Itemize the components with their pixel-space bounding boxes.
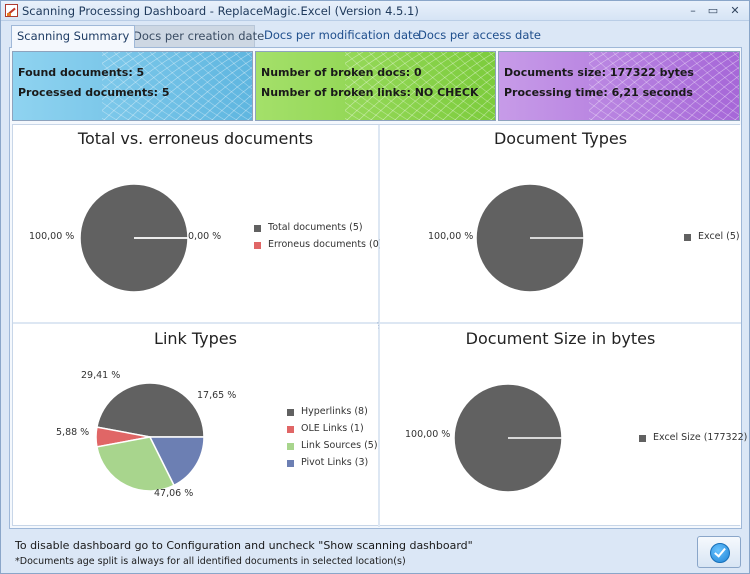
broken-docs-text: Number of broken docs: 0: [261, 66, 422, 79]
legend-swatch: [287, 460, 294, 467]
chart-legend: Excel Size (177322): [639, 431, 747, 448]
pie-percent-label: 0,00 %: [188, 231, 222, 242]
legend-item: Total documents (5): [254, 221, 382, 238]
legend-swatch: [254, 242, 261, 249]
legend-label: Excel (5): [698, 231, 740, 242]
pie-percent-label: 100,00 %: [428, 231, 474, 242]
pie-percent-label: 100,00 %: [405, 429, 451, 440]
legend-item: Excel Size (177322): [639, 431, 747, 448]
broken-links-text: Number of broken links: NO CHECK: [261, 86, 479, 99]
legend-swatch: [254, 225, 261, 232]
summary-panel: Found documents: 5 Processed documents: …: [9, 47, 747, 529]
tab-strip: Scanning Summary Docs per creation date …: [9, 25, 741, 48]
broken-stats-box: Number of broken docs: 0 Number of broke…: [255, 51, 496, 121]
pie-percent-label: 17,65 %: [197, 390, 237, 401]
minimize-button[interactable]: –: [685, 3, 701, 18]
documents-size-text: Documents size: 177322 bytes: [504, 66, 694, 79]
chart-panel-link-types: Link Types Hyperlinks (8) OLE Links (1) …: [13, 324, 378, 525]
tab-scanning-summary[interactable]: Scanning Summary: [11, 25, 136, 48]
legend-item: OLE Links (1): [287, 422, 378, 439]
age-split-note: *Documents age split is always for all i…: [15, 556, 406, 567]
documents-stats-box: Found documents: 5 Processed documents: …: [12, 51, 253, 121]
legend-item: Excel (5): [684, 230, 740, 247]
tab-docs-per-access-date[interactable]: Docs per access date: [413, 25, 546, 47]
chart-panel-document-types: Document Types Excel (5) 100,00 %: [380, 125, 741, 322]
checkmark-icon: [710, 543, 730, 563]
legend-item: Pivot Links (3): [287, 456, 378, 473]
legend-label: OLE Links (1): [301, 423, 364, 434]
pie-percent-label: 100,00 %: [29, 231, 75, 242]
ok-button[interactable]: [697, 536, 741, 568]
size-stats-box: Documents size: 177322 bytes Processing …: [498, 51, 740, 121]
pie-percent-label: 5,88 %: [56, 427, 90, 438]
processing-time-text: Processing time: 6,21 seconds: [504, 86, 693, 99]
pie-slice: [96, 382, 205, 438]
legend-swatch: [287, 426, 294, 433]
legend-label: Pivot Links (3): [301, 457, 369, 468]
close-button[interactable]: ✕: [727, 3, 743, 18]
legend-item: Hyperlinks (8): [287, 405, 378, 422]
pie-percent-label: 29,41 %: [81, 370, 121, 381]
tab-docs-per-creation-date[interactable]: Docs per creation date: [127, 25, 264, 47]
app-icon: [5, 4, 18, 17]
chart-panel-document-size: Document Size in bytes Excel Size (17732…: [380, 324, 747, 525]
legend-swatch: [684, 234, 691, 241]
found-documents-text: Found documents: 5: [18, 66, 145, 79]
legend-item: Erroneus documents (0): [254, 238, 382, 255]
chart-legend: Excel (5): [684, 230, 740, 247]
legend-label: Link Sources (5): [301, 440, 378, 451]
pie-percent-label: 47,06 %: [154, 488, 194, 499]
tab-docs-per-modification-date[interactable]: Docs per modification date: [259, 25, 425, 47]
legend-label: Hyperlinks (8): [301, 406, 368, 417]
title-bar: Scanning Processing Dashboard - ReplaceM…: [1, 1, 749, 21]
legend-label: Erroneus documents (0): [268, 239, 383, 250]
legend-swatch: [287, 409, 294, 416]
legend-swatch: [287, 443, 294, 450]
processed-documents-text: Processed documents: 5: [18, 86, 170, 99]
dashboard-window: Scanning Processing Dashboard - ReplaceM…: [0, 0, 750, 574]
legend-item: Link Sources (5): [287, 439, 378, 456]
footer-bar: To disable dashboard go to Configuration…: [9, 534, 742, 570]
chart-legend: Total documents (5) Erroneus documents (…: [254, 221, 382, 255]
charts-area: ⋮ Total vs. erroneus documents Total doc…: [12, 124, 747, 527]
chart-legend: Hyperlinks (8) OLE Links (1) Link Source…: [287, 405, 378, 473]
chart-panel-total-vs-erroneous: Total vs. erroneus documents Total docum…: [13, 125, 382, 322]
disable-dashboard-hint: To disable dashboard go to Configuration…: [15, 539, 473, 552]
legend-swatch: [639, 435, 646, 442]
legend-label: Total documents (5): [268, 222, 363, 233]
maximize-button[interactable]: ▭: [705, 3, 721, 18]
legend-label: Excel Size (177322): [653, 432, 748, 443]
window-title: Scanning Processing Dashboard - ReplaceM…: [22, 4, 419, 18]
